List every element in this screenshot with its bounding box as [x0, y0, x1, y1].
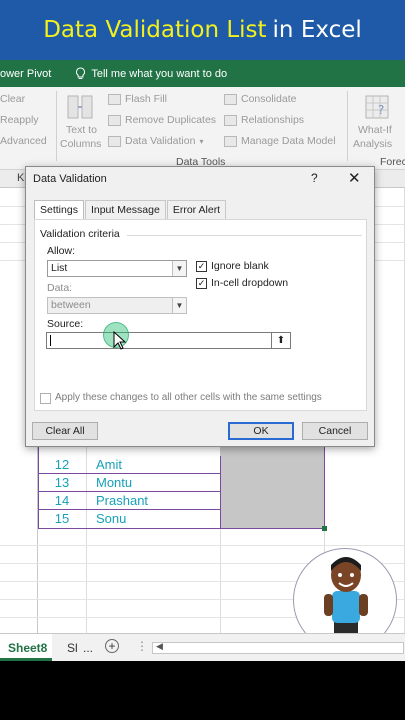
svg-text:?: ?	[378, 103, 384, 117]
table-row[interactable]: 13 Montu	[38, 474, 324, 492]
what-if-label[interactable]: What-If	[358, 124, 392, 136]
sheet-tab-bar: Sheet8 Sl ... + ⋮ ◀	[0, 633, 405, 661]
forecast-group-label: Forec	[380, 156, 405, 168]
consolidate-button[interactable]: Consolidate	[224, 93, 296, 105]
column-k-header[interactable]: K	[17, 172, 24, 184]
reapply-button[interactable]: Reapply	[0, 114, 39, 126]
tab-error-alert[interactable]: Error Alert	[166, 200, 227, 220]
manage-data-model-icon	[224, 135, 237, 147]
allow-select[interactable]: List ▼	[47, 260, 187, 277]
banner-rest: in Excel	[272, 17, 362, 43]
apply-all-label[interactable]: Apply these changes to all other cells w…	[55, 392, 322, 403]
lightbulb-icon	[76, 67, 86, 79]
bottom-letterbox	[0, 661, 405, 720]
data-validation-button[interactable]: Data Validation ▾	[108, 135, 203, 147]
more-sheets-ellipsis[interactable]: ...	[83, 641, 93, 655]
what-if-analysis-icon: ?	[365, 95, 389, 119]
video-title-banner: Data Validation List in Excel	[0, 0, 405, 60]
columns-label[interactable]: Columns	[60, 138, 101, 150]
text-to-columns-icon	[67, 95, 93, 119]
flash-fill-button[interactable]: Flash Fill	[108, 93, 167, 105]
add-sheet-icon[interactable]: +	[105, 639, 119, 653]
sheet-tab-sheet8[interactable]: Sheet8	[8, 641, 47, 655]
cancel-button[interactable]: Cancel	[302, 422, 368, 440]
validation-criteria-title: Validation criteria	[40, 228, 120, 240]
banner-highlight: Data Validation List	[43, 17, 267, 43]
data-select: between ▼	[47, 297, 187, 314]
sheet-tab-next[interactable]: Sl	[67, 641, 78, 655]
source-input[interactable]	[46, 332, 272, 349]
data-validation-dialog: Data Validation ? ✕ Settings Input Messa…	[25, 166, 375, 447]
clear-all-button[interactable]: Clear All	[32, 422, 98, 440]
source-label: Source:	[47, 318, 84, 330]
scroll-left-icon[interactable]: ◀	[156, 641, 163, 652]
data-label: Data:	[47, 282, 73, 294]
in-cell-dropdown-checkbox[interactable]: ✓	[196, 278, 207, 289]
relationships-icon	[224, 114, 237, 126]
settings-panel: Validation criteria Allow: List ▼ Data: …	[34, 219, 367, 411]
table-row[interactable]: 15 Sonu	[38, 510, 324, 528]
in-cell-dropdown-label[interactable]: In-cell dropdown	[211, 277, 288, 289]
dialog-title: Data Validation	[33, 173, 107, 185]
tab-settings[interactable]: Settings	[34, 200, 84, 220]
allow-label: Allow:	[47, 245, 76, 257]
analysis-label[interactable]: Analysis	[353, 138, 392, 150]
tab-split-dots[interactable]: ⋮	[136, 639, 148, 653]
text-cursor	[50, 335, 51, 346]
tell-me-search[interactable]: Tell me what you want to do	[75, 67, 227, 80]
fill-handle[interactable]	[322, 526, 327, 531]
mouse-pointer-icon	[113, 331, 127, 350]
collapse-dialog-icon[interactable]: ⬆	[271, 332, 291, 349]
clear-button[interactable]: Clear	[0, 93, 25, 105]
table-row[interactable]: 12 Amit	[38, 456, 324, 474]
remove-duplicates-icon	[108, 114, 121, 126]
apply-all-checkbox[interactable]	[40, 393, 51, 404]
consolidate-icon	[224, 93, 237, 105]
horizontal-scrollbar[interactable]	[152, 642, 404, 654]
chevron-down-icon: ▼	[172, 298, 186, 313]
relationships-button[interactable]: Relationships	[224, 114, 304, 126]
data-validation-icon	[108, 135, 121, 147]
ignore-blank-label[interactable]: Ignore blank	[211, 260, 269, 272]
tab-power-pivot[interactable]: ower Pivot	[0, 68, 51, 80]
ok-button[interactable]: OK	[228, 422, 294, 440]
text-to-label[interactable]: Text to	[66, 124, 97, 136]
ignore-blank-checkbox[interactable]: ✓	[196, 261, 207, 272]
help-button[interactable]: ?	[311, 171, 318, 185]
dialog-tabs: Settings Input Message Error Alert	[34, 200, 227, 220]
manage-data-model-button[interactable]: Manage Data Model	[224, 135, 336, 147]
data-ribbon: Clear Reapply Advanced Text to Columns F…	[0, 87, 405, 170]
flash-fill-icon	[108, 93, 121, 105]
advanced-button[interactable]: Advanced	[0, 135, 47, 147]
remove-duplicates-button[interactable]: Remove Duplicates	[108, 114, 216, 126]
tell-me-label: Tell me what you want to do	[91, 67, 228, 80]
ribbon-tab-bar: ower Pivot Tell me what you want to do	[0, 60, 405, 87]
chevron-down-icon[interactable]: ▼	[172, 261, 186, 276]
tab-input-message[interactable]: Input Message	[84, 200, 166, 220]
table-row[interactable]: 14 Prashant	[38, 492, 324, 510]
close-button[interactable]: ✕	[348, 169, 361, 187]
